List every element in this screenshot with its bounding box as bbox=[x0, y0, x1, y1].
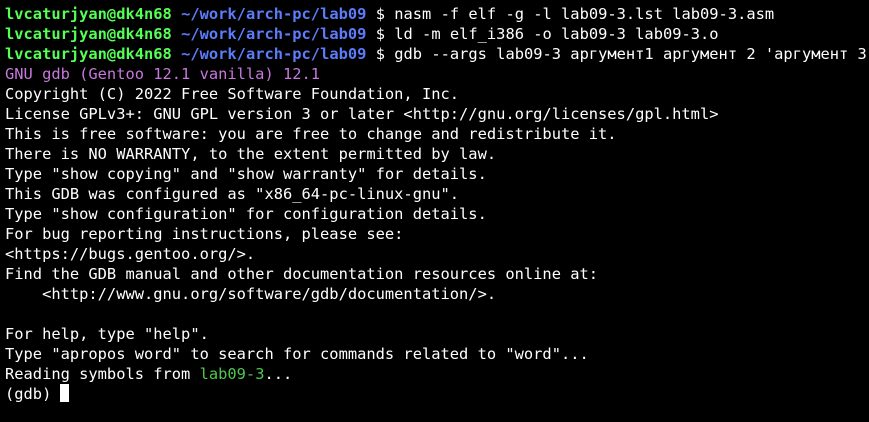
text-cursor[interactable] bbox=[60, 384, 70, 402]
gdb-output-line: There is NO WARRANTY, to the extent perm… bbox=[5, 145, 497, 163]
gdb-output-line: Copyright (C) 2022 Free Software Foundat… bbox=[5, 85, 460, 103]
prompt-path: ~/work/arch-pc/lab09 bbox=[181, 45, 367, 63]
shell-command: gdb --args lab09-3 аргумент1 аргумент 2 … bbox=[394, 45, 869, 63]
gdb-output-line: License GPLv3+: GNU GPL version 3 or lat… bbox=[5, 105, 719, 123]
gdb-output-line: Type "show copying" and "show warranty" … bbox=[5, 165, 487, 183]
gdb-output-line: For bug reporting instructions, please s… bbox=[5, 225, 404, 243]
reading-symbols-prefix: Reading symbols from bbox=[5, 365, 200, 383]
prompt-path: ~/work/arch-pc/lab09 bbox=[181, 25, 367, 43]
prompt-symbol: $ bbox=[375, 5, 385, 23]
prompt-symbol: $ bbox=[375, 45, 385, 63]
gdb-output-line bbox=[5, 304, 869, 324]
shell-command: ld -m elf_i386 -o lab09-3 lab09-3.o bbox=[394, 25, 719, 43]
gdb-output-line: This GDB was configured as "x86_64-pc-li… bbox=[5, 185, 460, 203]
shell-prompt-line: lvcaturjyan@dk4n68 ~/work/arch-pc/lab09 … bbox=[5, 4, 869, 24]
reading-symbols-line: Reading symbols from lab09-3... bbox=[5, 364, 869, 384]
gdb-output-line: For help, type "help". bbox=[5, 325, 209, 343]
gdb-output-line: <http://www.gnu.org/software/gdb/documen… bbox=[5, 285, 497, 303]
prompt-user: lvcaturjyan@dk4n68 bbox=[5, 25, 172, 43]
gdb-output-line: Type "show configuration" for configurat… bbox=[5, 205, 487, 223]
gdb-output-line: This is free software: you are free to c… bbox=[5, 125, 617, 143]
gdb-banner: GNU gdb (Gentoo 12.1 vanilla) 12.1 bbox=[5, 65, 321, 83]
gdb-prompt-line[interactable]: (gdb) bbox=[5, 384, 869, 404]
prompt-user: lvcaturjyan@dk4n68 bbox=[5, 45, 172, 63]
shell-command: nasm -f elf -g -l lab09-3.lst lab09-3.as… bbox=[394, 5, 775, 23]
gdb-output-line: <https://bugs.gentoo.org/>. bbox=[5, 245, 256, 263]
shell-prompt-line: lvcaturjyan@dk4n68 ~/work/arch-pc/lab09 … bbox=[5, 24, 869, 44]
prompt-path: ~/work/arch-pc/lab09 bbox=[181, 5, 367, 23]
gdb-output-line: Find the GDB manual and other documentat… bbox=[5, 265, 599, 283]
prompt-symbol: $ bbox=[375, 25, 385, 43]
reading-symbols-suffix: ... bbox=[264, 365, 293, 383]
gdb-prompt: (gdb) bbox=[5, 385, 52, 403]
terminal-window[interactable]: lvcaturjyan@dk4n68 ~/work/arch-pc/lab09 … bbox=[0, 0, 869, 422]
prompt-user: lvcaturjyan@dk4n68 bbox=[5, 5, 172, 23]
gdb-output-line: Type "apropos word" to search for comman… bbox=[5, 345, 589, 363]
shell-prompt-line: lvcaturjyan@dk4n68 ~/work/arch-pc/lab09 … bbox=[5, 44, 869, 64]
binary-filename: lab09-3 bbox=[199, 365, 265, 383]
